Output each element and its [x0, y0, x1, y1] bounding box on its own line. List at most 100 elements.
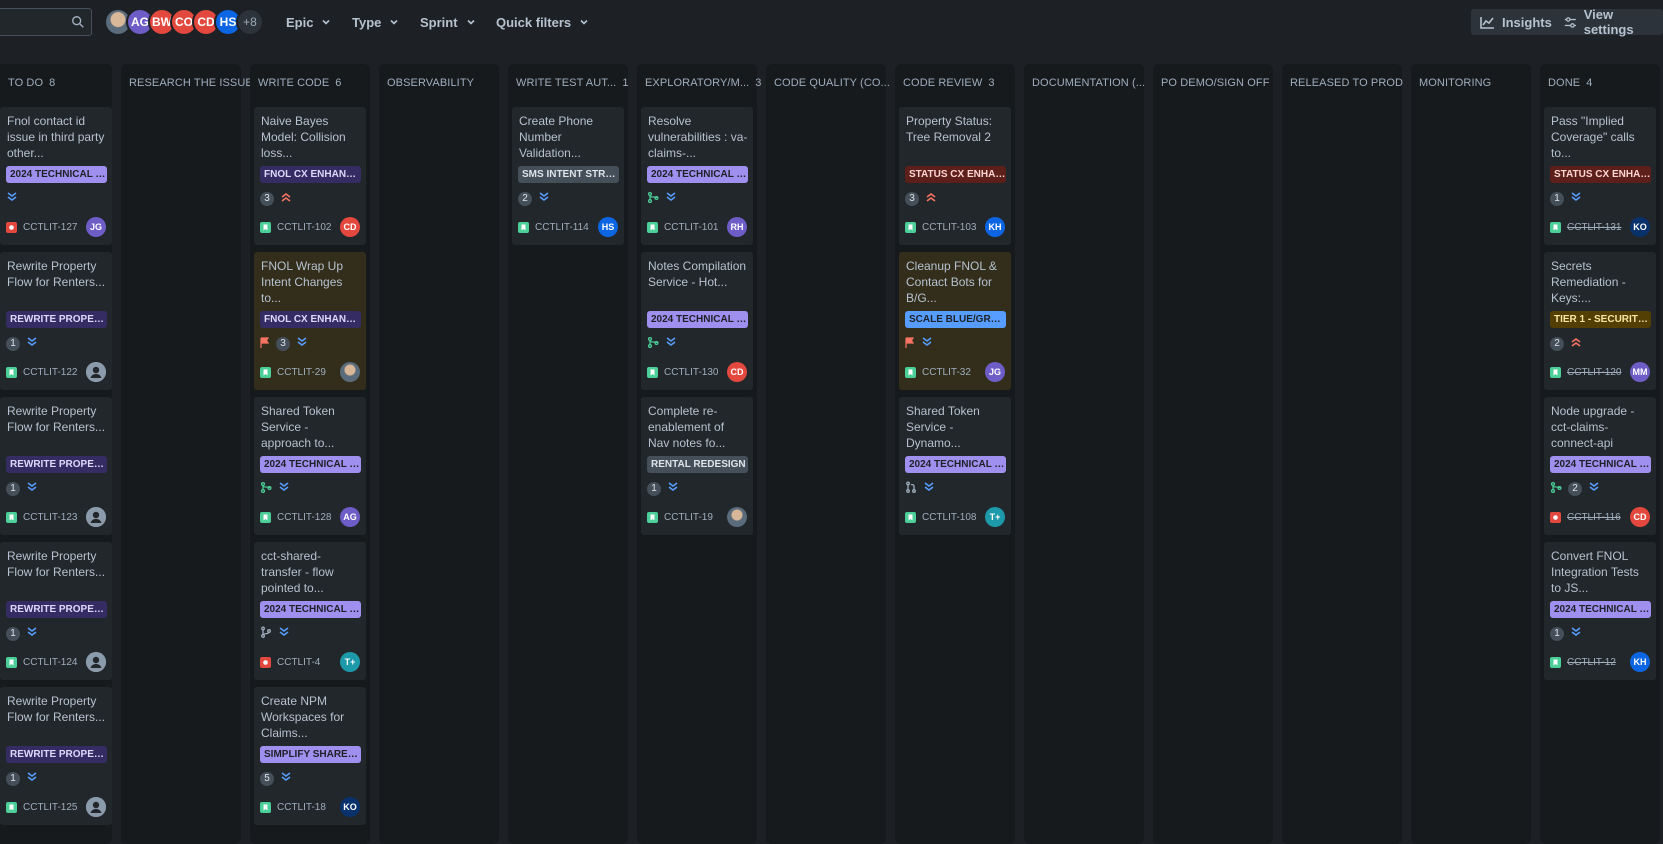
assignee-avatar[interactable]: CD [1630, 507, 1650, 527]
issue-card[interactable]: Create Phone Number Validation... SMS INT… [512, 107, 624, 245]
filter-dropdown-epic[interactable]: Epic [286, 12, 331, 32]
epic-lozenge[interactable]: SIMPLIFY SHARED L... [260, 746, 361, 763]
assignee-avatar[interactable]: CD [340, 217, 360, 237]
epic-lozenge[interactable]: 2024 TECHNICAL DE... [260, 601, 361, 618]
issue-card[interactable]: Cleanup FNOL & Contact Bots for B/G... SC… [899, 252, 1011, 390]
epic-lozenge[interactable]: 2024 TECHNICAL DE... [1550, 601, 1651, 618]
issue-card[interactable]: cct-shared-transfer - flow pointed to...… [254, 542, 366, 680]
epic-lozenge[interactable]: REWRITE PROPERTY... [6, 456, 107, 473]
filter-dropdown-quick-filters[interactable]: Quick filters [496, 12, 589, 32]
epic-lozenge[interactable]: SMS INTENT STRUC... [518, 166, 619, 183]
assignee-avatar[interactable]: CD [727, 362, 747, 382]
user-photo-avatar[interactable] [727, 507, 747, 527]
epic-lozenge[interactable]: RENTAL REDESIGN [647, 456, 748, 473]
issue-key[interactable]: CCTLIT-114 [535, 222, 589, 233]
issue-key[interactable]: CCTLIT-108 [922, 512, 976, 523]
epic-lozenge[interactable]: 2024 TECHNICAL DE... [905, 456, 1006, 473]
epic-lozenge[interactable]: STATUS CX ENHANC... [905, 166, 1006, 183]
issue-card[interactable]: Complete re-enablement of Nav notes fo..… [641, 397, 753, 535]
column-header[interactable]: DOCUMENTATION (... [1032, 77, 1145, 89]
filter-dropdown-sprint[interactable]: Sprint [420, 12, 476, 32]
issue-key[interactable]: CCTLIT-32 [922, 367, 971, 378]
assignee-avatar[interactable]: KO [1630, 217, 1650, 237]
issue-card[interactable]: Fnol contact id issue in third party oth… [0, 107, 112, 245]
issue-key[interactable]: CCTLIT-103 [922, 222, 976, 233]
issue-card[interactable]: Shared Token Service - Dynamo... 2024 TEC… [899, 397, 1011, 535]
column-header[interactable]: RESEARCH THE ISSUE [129, 77, 253, 89]
search-input[interactable] [0, 8, 92, 36]
issue-key[interactable]: CCTLIT-125 [23, 802, 77, 813]
issue-card[interactable]: Shared Token Service - approach to... 202… [254, 397, 366, 535]
column-header[interactable]: CODE REVIEW 3 [903, 77, 995, 89]
issue-key[interactable]: CCTLIT-116 [1567, 512, 1621, 523]
issue-key[interactable]: CCTLIT-127 [23, 222, 77, 233]
column-header[interactable]: WRITE CODE 6 [258, 77, 342, 89]
issue-key[interactable]: CCTLIT-130 [664, 367, 718, 378]
unassigned-avatar-icon[interactable] [86, 652, 106, 672]
issue-card[interactable]: Create NPM Workspaces for Claims... SIMPL… [254, 687, 366, 825]
issue-key[interactable]: CCTLIT-102 [277, 222, 331, 233]
epic-lozenge[interactable]: REWRITE PROPERTY... [6, 746, 107, 763]
epic-lozenge[interactable]: FNOL CX ENHANCE... [260, 166, 361, 183]
column-header[interactable]: OBSERVABILITY [387, 77, 474, 89]
column-header[interactable]: RELEASED TO PROD [1290, 77, 1403, 89]
assignee-avatar[interactable]: JG [985, 362, 1005, 382]
issue-key[interactable]: CCTLIT-12 [1567, 657, 1616, 668]
unassigned-avatar-icon[interactable] [86, 507, 106, 527]
issue-card[interactable]: Rewrite Property Flow for Renters... REWR… [0, 397, 112, 535]
more-avatars-button[interactable]: +8 [236, 8, 264, 36]
column-header[interactable]: DONE 4 [1548, 77, 1592, 89]
issue-card[interactable]: Rewrite Property Flow for Renters... REWR… [0, 252, 112, 390]
epic-lozenge[interactable]: TIER 1 - SECURITY/C... [1550, 311, 1651, 328]
assignee-avatar[interactable]: AG [340, 507, 360, 527]
epic-lozenge[interactable]: 2024 TECHNICAL DE... [6, 166, 107, 183]
issue-key[interactable]: CCTLIT-18 [277, 802, 326, 813]
epic-lozenge[interactable]: STATUS CX ENHANC... [1550, 166, 1651, 183]
assignee-avatar[interactable]: KH [985, 217, 1005, 237]
epic-lozenge[interactable]: REWRITE PROPERTY... [6, 311, 107, 328]
assignee-avatar[interactable]: JG [86, 217, 106, 237]
issue-card[interactable]: Convert FNOL Integration Tests to JS... 2… [1544, 542, 1656, 680]
column-header[interactable]: WRITE TEST AUT... 1 [516, 77, 629, 89]
issue-key[interactable]: CCTLIT-4 [277, 657, 320, 668]
assignee-avatar[interactable]: MM [1630, 362, 1650, 382]
issue-card[interactable]: Naive Bayes Model: Collision loss... FNOL… [254, 107, 366, 245]
issue-key[interactable]: CCTLIT-131 [1567, 222, 1621, 233]
assignee-avatar[interactable]: T+ [340, 652, 360, 672]
column-header[interactable]: TO DO 8 [8, 77, 55, 89]
view-settings-button[interactable]: View settings [1555, 7, 1663, 37]
column-header[interactable]: CODE QUALITY (CO... [774, 77, 890, 89]
issue-card[interactable]: Node upgrade - cct-claims-connect-api 202… [1544, 397, 1656, 535]
issue-key[interactable]: CCTLIT-124 [23, 657, 77, 668]
assignee-avatar[interactable]: HS [598, 217, 618, 237]
insights-button[interactable]: Insights [1471, 9, 1561, 35]
epic-lozenge[interactable]: 2024 TECHNICAL DE... [647, 166, 748, 183]
issue-key[interactable]: CCTLIT-123 [23, 512, 77, 523]
epic-lozenge[interactable]: FNOL CX ENHANCE... [260, 311, 361, 328]
assignee-avatar[interactable]: T+ [985, 507, 1005, 527]
epic-lozenge[interactable]: 2024 TECHNICAL DE... [647, 311, 748, 328]
issue-key[interactable]: CCTLIT-128 [277, 512, 331, 523]
assignee-avatar[interactable]: KH [1630, 652, 1650, 672]
issue-card[interactable]: Pass "Implied Coverage" calls to... STATU… [1544, 107, 1656, 245]
assignee-avatar[interactable]: KO [340, 797, 360, 817]
column-header[interactable]: EXPLORATORY/M... 3 [645, 77, 762, 89]
user-photo-avatar[interactable] [340, 362, 360, 382]
issue-key[interactable]: CCTLIT-120 [1567, 367, 1621, 378]
epic-lozenge[interactable]: SCALE BLUE/GREEN [905, 311, 1006, 328]
issue-key[interactable]: CCTLIT-101 [664, 222, 718, 233]
assignee-avatar[interactable]: RH [727, 217, 747, 237]
issue-card[interactable]: Rewrite Property Flow for Renters... REWR… [0, 687, 112, 825]
issue-card[interactable]: Notes Compilation Service - Hot... 2024 T… [641, 252, 753, 390]
issue-card[interactable]: Rewrite Property Flow for Renters... REWR… [0, 542, 112, 680]
issue-card[interactable]: FNOL Wrap Up Intent Changes to... FNOL CX… [254, 252, 366, 390]
issue-key[interactable]: CCTLIT-122 [23, 367, 77, 378]
epic-lozenge[interactable]: REWRITE PROPERTY... [6, 601, 107, 618]
epic-lozenge[interactable]: 2024 TECHNICAL DE... [260, 456, 361, 473]
issue-key[interactable]: CCTLIT-19 [664, 512, 713, 523]
unassigned-avatar-icon[interactable] [86, 362, 106, 382]
issue-card[interactable]: Property Status: Tree Removal 2 STATUS CX… [899, 107, 1011, 245]
column-header[interactable]: PO DEMO/SIGN OFF [1161, 77, 1270, 89]
issue-card[interactable]: Secrets Remediation - Keys:... TIER 1 - S… [1544, 252, 1656, 390]
issue-key[interactable]: CCTLIT-29 [277, 367, 326, 378]
